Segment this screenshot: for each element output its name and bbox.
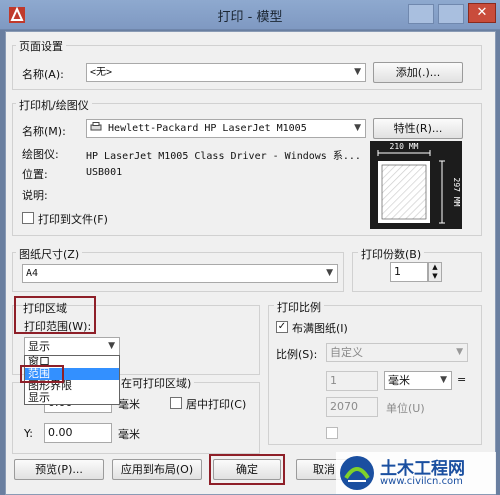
page-setup-title: 页面设置 xyxy=(16,38,66,54)
print-to-file-label: 打印到文件(F) xyxy=(38,213,108,226)
scale-value: 自定义 xyxy=(330,346,363,359)
paper-size-title: 图纸尺寸(Z) xyxy=(16,246,83,262)
offset-x-unit: 毫米 xyxy=(118,398,140,411)
offset-y-input[interactable]: 0.00 xyxy=(44,423,112,443)
plot-range-label: 打印范围(W): xyxy=(24,320,92,333)
center-plot-label: 居中打印(C) xyxy=(186,398,247,411)
scale-label: 比例(S): xyxy=(276,348,318,361)
chevron-down-icon: ▼ xyxy=(440,375,447,385)
page-setup-name-value: <无> xyxy=(90,67,113,78)
plotter-value: HP LaserJet M1005 Class Driver - Windows… xyxy=(86,151,361,162)
maximize-button[interactable] xyxy=(438,4,464,24)
paper-width-label: 210 MM xyxy=(390,142,419,151)
scale-select[interactable]: 自定义 ▼ xyxy=(326,343,468,362)
apply-to-layout-button[interactable]: 应用到布局(O) xyxy=(112,459,202,480)
ok-button[interactable]: 确定 xyxy=(213,459,281,480)
add-button[interactable]: 添加(.)... xyxy=(373,62,463,83)
print-to-file-checkbox[interactable] xyxy=(22,212,34,224)
plot-scale-title: 打印比例 xyxy=(274,299,324,315)
chevron-down-icon: ▼ xyxy=(354,123,361,133)
plot-range-select[interactable]: 显示 ▼ xyxy=(24,337,120,356)
scale-unit-select[interactable]: 毫米 ▼ xyxy=(384,371,452,390)
center-plot-checkbox[interactable] xyxy=(170,397,182,409)
plot-offset-title: 在可打印区域) xyxy=(118,375,195,391)
preview-button[interactable]: 预览(P)... xyxy=(14,459,104,480)
location-value: USB001 xyxy=(86,167,123,178)
paper-preview: 210 MM 297 MM xyxy=(370,141,462,229)
scale-value-2-input[interactable]: 2070 xyxy=(326,397,378,417)
offset-y-label: Y: xyxy=(24,427,33,440)
location-label: 位置: xyxy=(22,168,48,181)
printer-name-label: 名称(M): xyxy=(22,125,66,138)
watermark: 土木工程网 www.civilcn.com xyxy=(336,452,496,494)
chevron-down-icon: ▼ xyxy=(326,268,333,278)
dropdown-option-display[interactable]: 显示 xyxy=(25,392,119,404)
scale-value-1-input[interactable]: 1 xyxy=(326,371,378,391)
watermark-logo-icon xyxy=(340,456,374,490)
printer-name-value: Hewlett-Packard HP LaserJet M1005 xyxy=(108,123,307,134)
fit-to-paper-checkbox[interactable]: ✓ xyxy=(276,321,288,333)
copies-label: 打印份数(B) xyxy=(358,246,425,262)
description-label: 说明: xyxy=(22,189,48,202)
selected-option-highlight xyxy=(20,365,64,383)
printer-title: 打印机/绘图仪 xyxy=(16,97,92,113)
copies-input[interactable]: 1 xyxy=(390,262,428,282)
printer-name-select[interactable]: Hewlett-Packard HP LaserJet M1005 ▼ xyxy=(86,119,366,138)
page-setup-name-select[interactable]: <无> ▼ xyxy=(86,63,366,82)
scale-lineweights-checkbox[interactable] xyxy=(326,427,338,439)
plot-range-value: 显示 xyxy=(28,340,50,353)
plotter-label: 绘图仪: xyxy=(22,148,59,161)
chevron-down-icon: ▼ xyxy=(456,347,463,357)
paper-size-value: A4 xyxy=(26,268,39,279)
copies-spinner[interactable]: ▲ ▼ xyxy=(428,262,442,282)
offset-y-unit: 毫米 xyxy=(118,428,140,441)
paper-height-label: 297 MM xyxy=(452,178,461,207)
fit-to-paper-label: 布满图纸(I) xyxy=(292,322,348,335)
scale-unit-value: 毫米 xyxy=(388,374,410,387)
minimize-button[interactable] xyxy=(408,4,434,24)
plot-area-title: 打印区域 xyxy=(23,302,67,315)
scale-unit2-label: 单位(U) xyxy=(386,402,425,415)
chevron-down-icon: ▼ xyxy=(354,67,361,77)
watermark-url: www.civilcn.com xyxy=(380,476,463,487)
chevron-down-icon: ▼ xyxy=(108,341,115,351)
paper-size-select[interactable]: A4 ▼ xyxy=(22,264,338,283)
page-setup-name-label: 名称(A): xyxy=(22,68,64,81)
printer-icon xyxy=(90,122,102,131)
equals-sign: = xyxy=(457,373,467,386)
close-button[interactable]: ✕ xyxy=(468,3,496,23)
properties-button[interactable]: 特性(R)... xyxy=(373,118,463,139)
